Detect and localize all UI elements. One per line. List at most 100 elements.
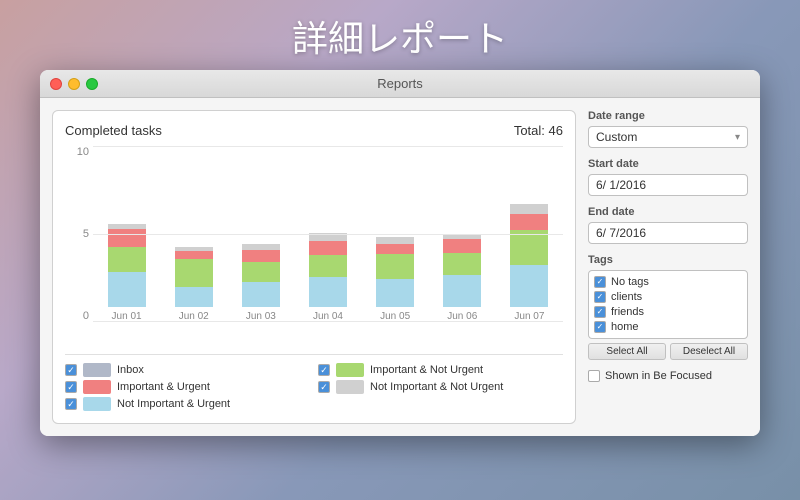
chart-total: Total: 46 [514,123,563,138]
bar-segment [443,239,481,253]
bar-segment [108,272,146,307]
bar-group: Jun 04 [294,146,361,322]
bar-group: Jun 07 [496,146,563,322]
bar-group: Jun 02 [160,146,227,322]
bar-segment [242,282,280,307]
titlebar: Reports [40,70,760,98]
deselect-all-button[interactable]: Deselect All [670,343,748,360]
bar-stack [443,234,481,307]
date-range-value: Custom [596,130,637,144]
bar-x-label: Jun 03 [246,311,276,322]
chart-title: Completed tasks [65,123,162,138]
bar-segment [376,244,414,254]
bar-segment [376,237,414,244]
select-all-button[interactable]: Select All [588,343,666,360]
tag-item: home [594,321,742,333]
end-date-input[interactable]: 6/ 7/2016 [588,222,748,244]
legend-checkbox[interactable] [65,381,77,393]
bar-group: Jun 03 [227,146,294,322]
tag-checkbox[interactable] [594,306,606,318]
tag-label: friends [611,306,644,318]
bar-x-label: Jun 07 [514,311,544,322]
bar-x-label: Jun 01 [112,311,142,322]
legend-color [336,363,364,377]
tag-label: No tags [611,276,649,288]
tags-box: No tags clients friends home [588,270,748,339]
tag-item: friends [594,306,742,318]
minimize-button[interactable] [68,78,80,90]
legend-label: Important & Urgent [117,381,210,393]
left-panel: Completed tasks Total: 46 1050 Jun 01Jun… [52,110,576,424]
tag-item: No tags [594,276,742,288]
bar-stack [242,244,280,307]
legend-label: Inbox [117,364,144,376]
bar-stack [175,247,213,307]
bar-stack [309,233,347,307]
legend-label: Not Important & Urgent [117,398,230,410]
y-axis-label: 0 [83,310,89,322]
legend-color [336,380,364,394]
legend-checkbox[interactable] [65,398,77,410]
bar-segment [309,241,347,255]
legend: Inbox Important & Not Urgent Important & U… [65,354,563,411]
legend-checkbox[interactable] [318,364,330,376]
date-range-label: Date range [588,110,748,122]
tags-label: Tags [588,254,748,266]
bar-segment [376,279,414,307]
bar-segment [376,254,414,279]
window-title: Reports [377,76,423,91]
main-content: Completed tasks Total: 46 1050 Jun 01Jun… [40,98,760,436]
tag-checkbox[interactable] [594,276,606,288]
legend-item: Important & Urgent [65,380,310,394]
tag-label: clients [611,291,642,303]
end-date-label: End date [588,206,748,218]
tags-buttons: Select All Deselect All [588,343,748,360]
legend-item: Not Important & Not Urgent [318,380,563,394]
bar-segment [510,265,548,307]
bar-group: Jun 01 [93,146,160,322]
tag-checkbox[interactable] [594,291,606,303]
chart-area: 1050 Jun 01Jun 02Jun 03Jun 04Jun 05Jun 0… [65,146,563,346]
bar-group: Jun 06 [429,146,496,322]
bar-x-label: Jun 04 [313,311,343,322]
dropdown-arrow-icon: ▾ [735,132,740,143]
bar-segment [443,253,481,275]
start-date-input[interactable]: 6/ 1/2016 [588,174,748,196]
legend-item: Inbox [65,363,310,377]
main-title: 詳細レポート [292,10,508,62]
legend-label: Not Important & Not Urgent [370,381,503,393]
chart-header: Completed tasks Total: 46 [65,123,563,138]
y-axis: 1050 [65,146,93,322]
bar-segment [510,230,548,265]
legend-item: Not Important & Urgent [65,397,310,411]
legend-label: Important & Not Urgent [370,364,483,376]
tags-section: Tags No tags clients friends home Select Al… [588,254,748,360]
bar-segment [309,255,347,277]
bar-segment [242,250,280,262]
close-button[interactable] [50,78,62,90]
legend-checkbox[interactable] [318,381,330,393]
date-range-section: Date range Custom ▾ [588,110,748,148]
maximize-button[interactable] [86,78,98,90]
date-range-dropdown[interactable]: Custom ▾ [588,126,748,148]
right-panel: Date range Custom ▾ Start date 6/ 1/2016… [588,110,748,424]
shown-label: Shown in Be Focused [605,370,712,382]
legend-color [83,363,111,377]
tag-checkbox[interactable] [594,321,606,333]
shown-checkbox[interactable] [588,370,600,382]
y-axis-label: 10 [77,146,89,158]
shown-option: Shown in Be Focused [588,370,748,382]
window: Reports Completed tasks Total: 46 1050 J… [40,70,760,436]
bar-segment [175,287,213,307]
bar-segment [510,204,548,214]
bar-x-label: Jun 05 [380,311,410,322]
legend-checkbox[interactable] [65,364,77,376]
traffic-lights [50,78,98,90]
bar-stack [376,237,414,307]
tag-item: clients [594,291,742,303]
bar-segment [510,214,548,230]
start-date-label: Start date [588,158,748,170]
start-date-section: Start date 6/ 1/2016 [588,158,748,196]
tag-label: home [611,321,639,333]
bars-container: Jun 01 Jun 02 Jun 03 Jun 04 Jun 05 Jun 06 Jun … [93,146,563,322]
